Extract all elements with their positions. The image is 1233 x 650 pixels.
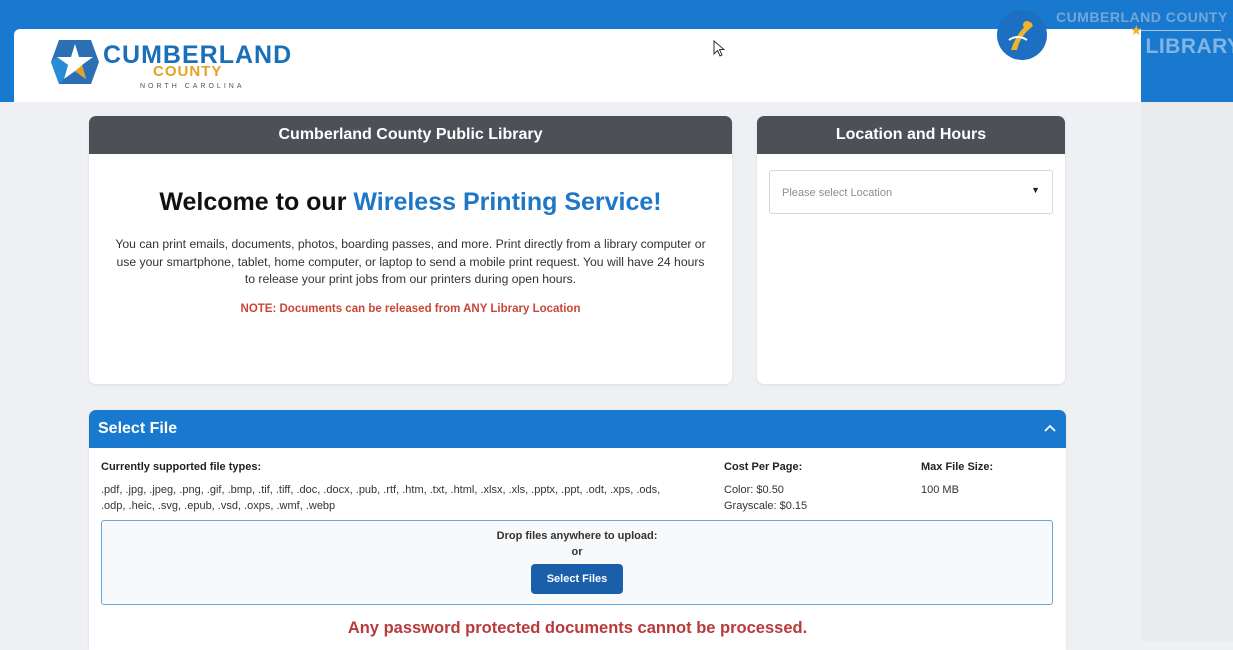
file-types-list: .pdf, .jpg, .jpeg, .png, .gif, .bmp, .ti… [101,482,681,514]
select-file-title: Select File [98,420,177,438]
county-logo-state: NORTH CAROLINA [140,83,245,90]
chevron-up-icon[interactable] [1043,420,1057,436]
select-files-button[interactable]: Select Files [531,564,623,594]
page-margin [1141,102,1233,641]
library-logo[interactable]: CUMBERLAND COUNTY ★ PUBLIC LIBRARY [996,6,1233,66]
max-size-value: 100 MB [921,482,959,498]
location-select[interactable]: Please select Location ▼ [769,170,1053,214]
caret-down-icon: ▼ [1031,185,1040,195]
welcome-card: Cumberland County Public Library Welcome… [89,116,732,384]
library-logo-name: PUBLIC LIBRARY [1058,35,1233,59]
county-star-icon [50,38,100,86]
drop-or: or [102,546,1052,558]
county-logo-county: COUNTY [153,63,222,80]
welcome-heading-prefix: Welcome to our [159,188,353,216]
location-card: Location and Hours Please select Locatio… [757,116,1065,384]
welcome-card-title: Cumberland County Public Library [89,116,732,154]
cost-grayscale: Grayscale: $0.15 [724,498,807,514]
library-logo-public: PUBLIC [1058,35,1146,58]
max-size-label: Max File Size: [921,461,993,473]
drop-instructions: Drop files anywhere to upload: [102,530,1052,542]
county-logo[interactable]: CUMBERLAND COUNTY NORTH CAROLINA [50,38,290,94]
welcome-description: You can print emails, documents, photos,… [113,236,708,289]
welcome-heading: Welcome to our Wireless Printing Service… [89,188,732,217]
library-logo-library: LIBRARY [1146,35,1233,58]
file-drop-zone[interactable]: Drop files anywhere to upload: or Select… [101,520,1053,605]
cost-label: Cost Per Page: [724,461,802,473]
select-file-card: Select File Currently supported file typ… [89,410,1066,650]
location-select-placeholder: Please select Location [782,187,892,199]
location-card-title: Location and Hours [757,116,1065,154]
release-note: NOTE: Documents can be released from ANY… [89,303,732,315]
file-types-label: Currently supported file types: [101,461,261,473]
password-warning: Any password protected documents cannot … [89,619,1066,638]
welcome-heading-highlight: Wireless Printing Service! [353,188,661,216]
library-reader-icon [997,10,1047,60]
select-file-header[interactable]: Select File [89,410,1066,448]
cost-color: Color: $0.50 [724,482,784,498]
mouse-cursor-icon [713,40,725,58]
